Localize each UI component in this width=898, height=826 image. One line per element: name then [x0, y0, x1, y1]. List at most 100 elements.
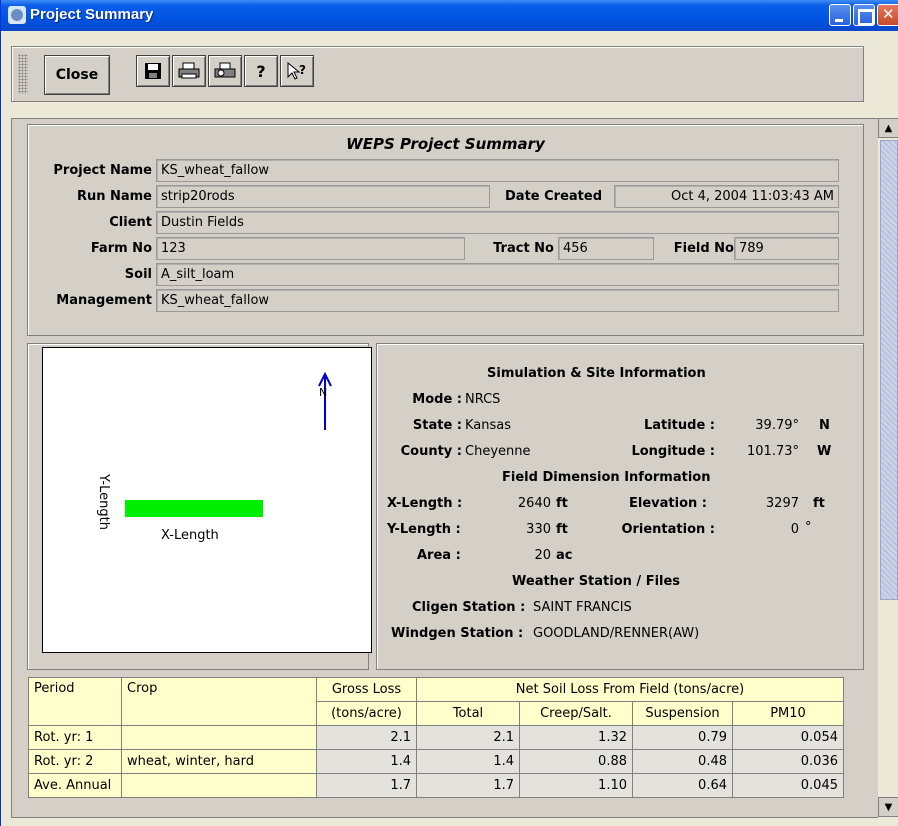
creep-cell: 1.32 [519, 725, 633, 750]
state-label: State : [412, 418, 462, 433]
app-icon [8, 6, 26, 24]
close-button[interactable]: Close [44, 55, 110, 95]
state-value: Kansas [465, 418, 512, 433]
table-row: Rot. yr: 2 wheat, winter, hard 1.4 1.4 0… [28, 749, 844, 774]
windgen-label: Windgen Station : [391, 626, 524, 641]
field-map: N X-Length Y-Length [42, 347, 372, 653]
period-cell: Rot. yr: 2 [28, 749, 122, 774]
orientation-unit: ° [805, 520, 812, 535]
header-creep: Creep/Salt. [519, 701, 633, 726]
maximize-button[interactable] [853, 4, 875, 26]
project-info-panel: WEPS Project Summary Project Name KS_whe… [27, 124, 864, 336]
gross-cell: 1.4 [316, 749, 417, 774]
toolbar-grip[interactable] [18, 54, 28, 94]
y-length-label: Y-Length [96, 474, 111, 530]
scroll-up-icon[interactable]: ▲ [878, 118, 898, 138]
title-bar: Project Summary [1, 0, 898, 31]
print-icon[interactable] [172, 55, 206, 87]
header-net-loss: Net Soil Loss From Field (tons/acre) [416, 677, 844, 702]
total-cell: 1.7 [416, 773, 520, 798]
latitude-direction: N [819, 418, 830, 433]
help-icon[interactable]: ? [244, 55, 278, 87]
field-no-field: 789 [734, 237, 839, 260]
header-gross-loss: Gross Loss [316, 677, 417, 702]
total-cell: 2.1 [416, 725, 520, 750]
scrollbar-thumb[interactable] [880, 140, 898, 600]
run-name-label: Run Name [76, 189, 152, 204]
tract-no-label: Tract No [493, 241, 554, 256]
pm10-cell: 0.054 [732, 725, 844, 750]
client-label: Client [109, 215, 152, 230]
project-name-field: KS_wheat_fallow [156, 159, 839, 182]
header-gross-unit: (tons/acre) [316, 701, 417, 726]
farm-no-label: Farm No [90, 241, 152, 256]
site-heading: Simulation & Site Information [487, 366, 706, 381]
site-info-panel: Simulation & Site Information Mode : NRC… [376, 343, 864, 670]
suspension-cell: 0.79 [632, 725, 733, 750]
dimension-heading: Field Dimension Information [502, 470, 711, 485]
soil-loss-table: Period Crop Gross Loss Net Soil Loss Fro… [28, 677, 844, 798]
area-value: 20 [534, 548, 551, 563]
summary-heading: WEPS Project Summary [346, 135, 545, 153]
date-created-field: Oct 4, 2004 11:03:43 AM [614, 185, 839, 208]
pm10-cell: 0.036 [732, 749, 844, 774]
crop-cell: wheat, winter, hard [121, 749, 317, 774]
total-cell: 1.4 [416, 749, 520, 774]
scroll-down-icon[interactable]: ▼ [878, 797, 898, 817]
creep-cell: 0.88 [519, 749, 633, 774]
project-name-label: Project Name [53, 163, 152, 178]
gross-cell: 1.7 [316, 773, 417, 798]
area-unit: ac [556, 548, 573, 563]
header-total: Total [416, 701, 520, 726]
window-title: Project Summary [30, 6, 154, 23]
table-row: Ave. Annual 1.7 1.7 1.10 0.64 0.045 [28, 773, 844, 798]
mode-label: Mode : [412, 392, 462, 407]
run-name-field: strip20rods [156, 185, 490, 208]
mode-value: NRCS [465, 392, 501, 407]
date-created-label: Date Created [505, 189, 602, 204]
county-label: County : [400, 444, 462, 459]
crop-cell [121, 773, 317, 798]
minimize-button[interactable] [829, 4, 851, 26]
longitude-direction: W [817, 444, 832, 459]
vertical-scrollbar[interactable]: ▲ ▼ [878, 118, 898, 818]
close-window-button[interactable] [877, 4, 898, 26]
latitude-value: 39.79° [755, 418, 799, 433]
county-value: Cheyenne [465, 444, 531, 459]
orientation-label: Orientation : [621, 522, 715, 537]
header-crop: Crop [121, 677, 317, 726]
project-summary-window: Project Summary Close ? ? WEPS Project S… [0, 0, 898, 826]
weather-heading: Weather Station / Files [512, 574, 681, 589]
creep-cell: 1.10 [519, 773, 633, 798]
windgen-value: GOODLAND/RENNER(AW) [533, 626, 700, 641]
pm10-cell: 0.045 [732, 773, 844, 798]
period-cell: Ave. Annual [28, 773, 122, 798]
x-length-label-info: X-Length : [387, 496, 463, 511]
farm-no-field: 123 [156, 237, 465, 260]
y-length-unit: ft [556, 522, 568, 537]
y-length-value: 330 [526, 522, 551, 537]
toolbar: Close ? ? [11, 46, 864, 102]
save-icon[interactable] [136, 55, 170, 87]
north-label: N [319, 386, 328, 399]
elevation-label: Elevation : [629, 496, 707, 511]
elevation-value: 3297 [765, 496, 799, 511]
header-period: Period [28, 677, 122, 726]
latitude-label: Latitude : [643, 418, 715, 433]
area-label: Area : [417, 548, 461, 563]
table-row: Rot. yr: 1 2.1 2.1 1.32 0.79 0.054 [28, 725, 844, 750]
field-no-label: Field No [673, 241, 734, 256]
header-suspension: Suspension [632, 701, 733, 726]
context-help-icon[interactable]: ? [280, 55, 314, 87]
gross-cell: 2.1 [316, 725, 417, 750]
suspension-cell: 0.64 [632, 773, 733, 798]
soil-field: A_silt_loam [156, 263, 839, 286]
header-pm10: PM10 [732, 701, 844, 726]
tract-no-field: 456 [558, 237, 654, 260]
print-preview-icon[interactable] [208, 55, 242, 87]
elevation-unit: ft [813, 496, 825, 511]
svg-text:?: ? [299, 63, 306, 77]
x-length-label: X-Length [161, 528, 219, 543]
orientation-value: 0 [790, 522, 799, 537]
cligen-label: Cligen Station : [412, 600, 526, 615]
